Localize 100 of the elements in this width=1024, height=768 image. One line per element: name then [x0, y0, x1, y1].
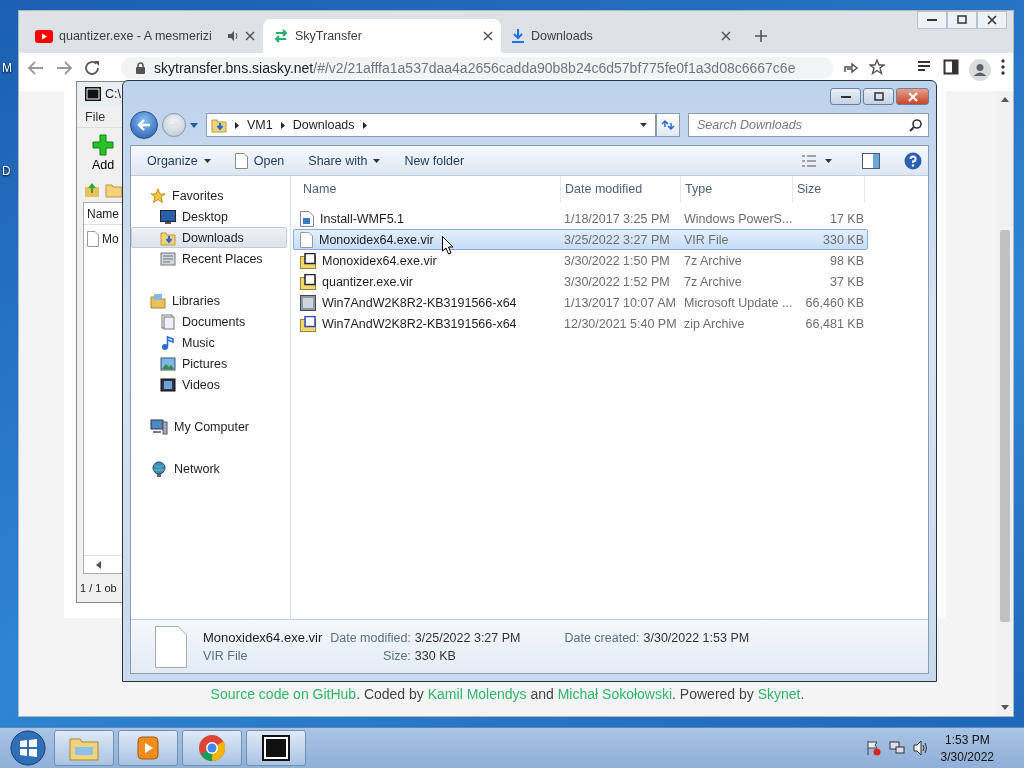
- refresh-button[interactable]: [656, 113, 680, 137]
- star-icon[interactable]: [869, 59, 885, 75]
- file-row[interactable]: Monoxidex64.exe.vir 3/30/2022 1:50 PM 7z Archive 98 KB: [293, 250, 868, 271]
- archive-icon: [300, 252, 316, 269]
- desktop-icon: [160, 209, 176, 224]
- nav-item[interactable]: Recent Places: [131, 248, 287, 269]
- column-header[interactable]: Size: [793, 176, 865, 202]
- breadcrumb-item[interactable]: VM1: [247, 118, 273, 132]
- file-name: Monoxidex64.exe.vir: [319, 232, 434, 247]
- toolbar-button[interactable]: Open: [226, 149, 293, 172]
- recent-places-icon: [160, 250, 176, 267]
- desktop-icon-label[interactable]: D: [2, 164, 11, 178]
- transfer-arrows-icon: [273, 28, 289, 44]
- size-cell-text: 98 KB: [828, 253, 865, 268]
- column-header[interactable]: Date modified: [561, 176, 681, 202]
- close-icon[interactable]: [483, 31, 493, 41]
- column-header[interactable]: Type: [681, 176, 793, 202]
- date-cell-text: 12/30/2021 5:40 PM: [563, 316, 678, 331]
- menu-item[interactable]: File: [85, 109, 106, 124]
- file-row[interactable]: Win7AndW2K8R2-KB3191566-x64 12/30/2021 5:40 PM zip Archive 66,481 KB: [293, 313, 868, 334]
- column-header[interactable]: Name: [87, 206, 119, 221]
- nav-item[interactable]: Documents: [131, 311, 287, 332]
- scrollbar-thumb[interactable]: [999, 230, 1010, 622]
- minimize-button[interactable]: [917, 11, 947, 29]
- restore-button[interactable]: [947, 11, 977, 29]
- nav-item[interactable]: Pictures: [131, 353, 287, 374]
- file-name[interactable]: Mo: [102, 232, 119, 246]
- minimize-icon: [840, 95, 851, 98]
- address-bar[interactable]: VM1 Downloads: [206, 113, 656, 137]
- status-text: 1 / 1 ob: [80, 582, 117, 594]
- chevron-icon[interactable]: [280, 121, 285, 129]
- toolbar-button[interactable]: New folder: [396, 150, 473, 171]
- history-caret-icon[interactable]: [190, 122, 198, 128]
- flag-icon[interactable]: [864, 740, 881, 756]
- nav-item[interactable]: Desktop: [131, 206, 287, 227]
- folder-icon: [69, 735, 99, 761]
- scroll-left-icon[interactable]: [96, 560, 101, 569]
- preview-pane-icon[interactable]: [862, 152, 880, 169]
- nav-item[interactable]: Libraries: [131, 290, 287, 311]
- toolbar-button[interactable]: Share with: [300, 150, 389, 171]
- detail-label: Date modified:: [329, 631, 411, 645]
- clock-time[interactable]: 1:53 PM: [944, 732, 990, 747]
- back-arrow-icon[interactable]: [27, 59, 45, 77]
- size-cell-text: 37 KB: [828, 274, 865, 289]
- more-icon[interactable]: [1001, 59, 1005, 75]
- nav-item[interactable]: Music: [131, 332, 287, 353]
- maximize-button[interactable]: [863, 88, 894, 105]
- blank-file-icon: [155, 625, 187, 668]
- footer-text: Source code on GitHub. Coded by Kamil Molendys and Michał Sokołowski. Powered by Skynet.: [210, 687, 805, 701]
- help-icon[interactable]: [904, 151, 922, 170]
- back-arrow-icon: [137, 119, 151, 131]
- close-icon[interactable]: [721, 31, 731, 41]
- breadcrumb-item[interactable]: Downloads: [292, 118, 355, 132]
- computer-icon: [150, 418, 168, 435]
- chevron-icon[interactable]: [235, 121, 239, 129]
- minimize-button[interactable]: [830, 88, 861, 105]
- file-row[interactable]: Monoxidex64.exe.vir 3/25/2022 3:27 PM VIR File 330 KB: [293, 229, 868, 250]
- scroll-up-icon[interactable]: [1000, 97, 1009, 102]
- date-cell-text: 3/25/2022 3:27 PM: [563, 232, 671, 247]
- side-panel-icon[interactable]: [943, 59, 959, 75]
- nav-item[interactable]: Videos: [131, 374, 287, 395]
- close-button[interactable]: [896, 88, 929, 105]
- add-button[interactable]: Add: [92, 134, 115, 172]
- speaker-icon[interactable]: [912, 740, 929, 756]
- plus-icon: [92, 134, 115, 156]
- file-name: Install-WMF5.1: [320, 211, 405, 226]
- browser-tab[interactable]: quantizer.exe - A mesmerizi: [25, 19, 263, 53]
- caret-icon[interactable]: [825, 158, 832, 163]
- nav-item[interactable]: Downloads: [131, 227, 287, 248]
- browser-tab[interactable]: SkyTransfer: [263, 19, 501, 53]
- reload-icon[interactable]: [83, 59, 101, 77]
- up-folder-icon[interactable]: [83, 181, 101, 199]
- toolbar-button[interactable]: Organize: [139, 150, 219, 171]
- close-icon[interactable]: [245, 31, 255, 41]
- search-field[interactable]: Search Downloads: [688, 113, 929, 137]
- browser-tab[interactable]: Downloads: [501, 19, 739, 53]
- clock-date[interactable]: 3/30/2022: [940, 749, 994, 764]
- file-row[interactable]: Install-WMF5.1 1/18/2017 3:25 PM Windows PowerS... 17 KB: [293, 208, 868, 229]
- scroll-down-icon[interactable]: [1000, 705, 1009, 710]
- avatar-icon[interactable]: [969, 59, 991, 81]
- file-row[interactable]: Win7AndW2K8R2-KB3191566-x64 1/13/2017 10:07 AM Microsoft Update ... 66,460 KB: [293, 292, 868, 313]
- size-cell-text: 17 KB: [828, 211, 865, 226]
- nav-item[interactable]: Network: [131, 458, 287, 479]
- desktop-icon-label[interactable]: M: [2, 61, 12, 75]
- back-button[interactable]: [130, 111, 158, 139]
- type-cell-text: VIR File: [683, 232, 730, 247]
- taskbar-button[interactable]: [246, 730, 306, 766]
- address-bar[interactable]: skytransfer.bns.siasky.net/#/v2/21afffa1a537daa4a2656cadda90b8b24c6d57bf775fe0f1a3d08c6667c6e: [121, 57, 833, 79]
- download-icon: [511, 28, 525, 44]
- detail-file-name: Monoxidex64.exe.vir: [203, 630, 323, 645]
- date-cell-text: 3/30/2022 1:52 PM: [563, 274, 671, 289]
- column-header[interactable]: Name: [299, 176, 561, 202]
- network-icon[interactable]: [888, 740, 905, 756]
- nav-item[interactable]: My Computer: [131, 416, 287, 437]
- nav-item[interactable]: Favorites: [131, 185, 287, 206]
- chevron-icon[interactable]: [362, 121, 367, 129]
- forward-arrow-icon[interactable]: [55, 59, 73, 77]
- close-button[interactable]: [977, 11, 1007, 29]
- file-row[interactable]: quantizer.exe.vir 3/30/2022 1:52 PM 7z Archive 37 KB: [293, 271, 868, 292]
- script-file-icon: [300, 210, 314, 227]
